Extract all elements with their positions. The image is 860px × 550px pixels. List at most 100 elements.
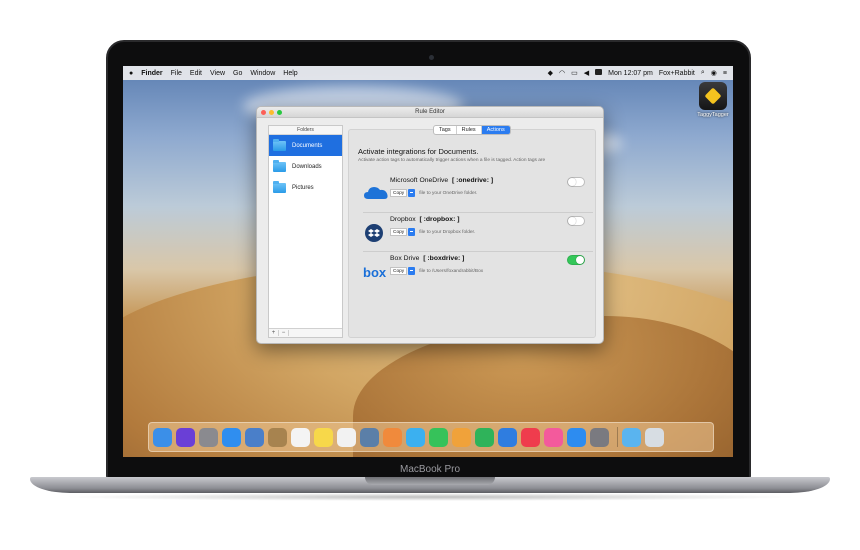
contacts-icon[interactable] [268,427,287,447]
sidebar-item-label: Pictures [292,184,314,191]
window-titlebar[interactable]: Rule Editor [257,107,603,118]
finder-icon[interactable] [153,427,172,447]
laptop-notch [365,477,495,485]
menu-edit[interactable]: Edit [190,70,202,77]
spotlight-icon[interactable]: ⌕ [701,69,705,77]
action-select[interactable]: Copy [390,228,408,236]
dropbox-icon [365,224,383,242]
service-row-onedrive: Microsoft OneDrive [ :onedrive: ] Copy f… [363,175,593,213]
onedrive-cloud-icon [364,187,388,199]
action-select[interactable]: Copy [390,267,408,275]
desktop-app-icon[interactable]: TaggyTagger [693,82,733,118]
folder-icon [273,180,286,193]
tab-tags[interactable]: Tags [434,126,457,134]
notes-icon[interactable] [314,427,333,447]
siri-icon[interactable] [176,427,195,447]
menu-go[interactable]: Go [233,70,242,77]
menu-clock[interactable]: Mon 12:07 pm [608,70,653,77]
menu-file[interactable]: File [171,70,182,77]
desktop-screen: ● Finder File Edit View Go Window Help ◆… [123,66,733,457]
system-preferences-icon[interactable] [590,427,609,447]
photo-preview-icon[interactable] [245,427,264,447]
rule-editor-window: Rule Editor Folders Documents Downloads … [256,106,604,344]
service-row-boxdrive: box Box Drive [ :boxdrive: ] Copy file t… [363,253,593,291]
window-title: Rule Editor [415,109,445,115]
box-logo-icon: box [363,265,387,280]
music-icon[interactable] [544,427,563,447]
dock-separator [617,427,618,447]
action-description: file to your OneDrive folder. [419,190,478,196]
tag-status-icon[interactable]: ◆ [548,69,553,77]
news-icon[interactable] [521,427,540,447]
folder-icon [273,138,286,151]
select-arrow-icon[interactable] [408,189,416,197]
service-name: Box Drive [ :boxdrive: ] [390,255,465,262]
dock [148,422,714,452]
numbers-icon[interactable] [475,427,494,447]
folders-sidebar: Folders Documents Downloads Pictures + − [268,125,343,338]
menu-user[interactable]: Fox+Rabbit [659,70,695,77]
launchpad-icon[interactable] [199,427,218,447]
facetime-icon[interactable] [429,427,448,447]
calendar-icon[interactable] [291,427,310,447]
safari-icon[interactable] [222,427,241,447]
service-row-dropbox: Dropbox [ :dropbox: ] Copy file to your … [363,214,593,252]
flag-icon[interactable] [595,69,603,77]
service-name: Microsoft OneDrive [ :onedrive: ] [390,177,494,184]
select-arrow-icon[interactable] [408,267,416,275]
dropbox-toggle[interactable] [567,216,585,226]
action-description: file to /Users/foxandrabbit/Box [419,268,484,274]
action-select[interactable]: Copy [390,189,408,197]
sidebar-item-label: Documents [292,142,323,149]
tab-bar: Tags Rules Actions [433,125,511,135]
menu-window[interactable]: Window [250,70,275,77]
sidebar-item-pictures[interactable]: Pictures [269,177,342,198]
folder-icon [273,159,286,172]
menu-view[interactable]: View [210,70,225,77]
photos-icon[interactable] [383,427,402,447]
desktop-icon-label: TaggyTagger [697,112,729,118]
minimize-icon[interactable] [269,110,274,115]
sidebar-item-documents[interactable]: Documents [269,135,342,156]
panel-subheading: Activate action tags to automatically tr… [358,158,546,163]
device-label: MacBook Pro [399,464,461,475]
boxdrive-toggle[interactable] [567,255,585,265]
tab-rules[interactable]: Rules [457,126,482,134]
photo-booth-icon[interactable] [360,427,379,447]
app-store-icon[interactable] [567,427,586,447]
tag-icon [699,82,727,110]
action-description: file to your Dropbox folder. [419,229,476,235]
apple-menu-icon[interactable]: ● [129,70,133,77]
panel-heading: Activate integrations for Documents. [358,147,479,156]
reminders-icon[interactable] [337,427,356,447]
menu-help[interactable]: Help [283,70,297,77]
menu-bar: ● Finder File Edit View Go Window Help ◆… [123,66,733,80]
menu-finder[interactable]: Finder [141,70,162,77]
add-folder-button[interactable]: + [269,330,279,336]
downloads-folder-icon[interactable] [622,427,641,447]
tab-actions[interactable]: Actions [481,126,510,134]
laptop-shadow [60,493,800,501]
keynote-icon[interactable] [498,427,517,447]
siri-menu-icon[interactable]: ◉ [711,69,717,77]
trash-icon[interactable] [645,427,664,447]
camera [429,55,434,60]
actions-panel: Activate integrations for Documents. Act… [348,129,596,338]
remove-folder-button[interactable]: − [279,330,289,336]
airplay-icon[interactable]: ▭ [571,69,578,77]
messages-icon[interactable] [406,427,425,447]
sidebar-header: Folders [269,126,342,135]
service-name: Dropbox [ :dropbox: ] [390,216,460,223]
select-arrow-icon[interactable] [408,228,416,236]
svg-text:box: box [363,265,387,280]
volume-icon[interactable]: ◀ [584,69,589,77]
sidebar-footer: + − [269,328,342,337]
sidebar-item-label: Downloads [292,163,322,170]
zoom-icon[interactable] [277,110,282,115]
pages-icon[interactable] [452,427,471,447]
wifi-icon[interactable]: ◠ [559,69,565,77]
sidebar-item-downloads[interactable]: Downloads [269,156,342,177]
close-icon[interactable] [261,110,266,115]
onedrive-toggle[interactable] [567,177,585,187]
notification-center-icon[interactable]: ≡ [723,70,727,77]
